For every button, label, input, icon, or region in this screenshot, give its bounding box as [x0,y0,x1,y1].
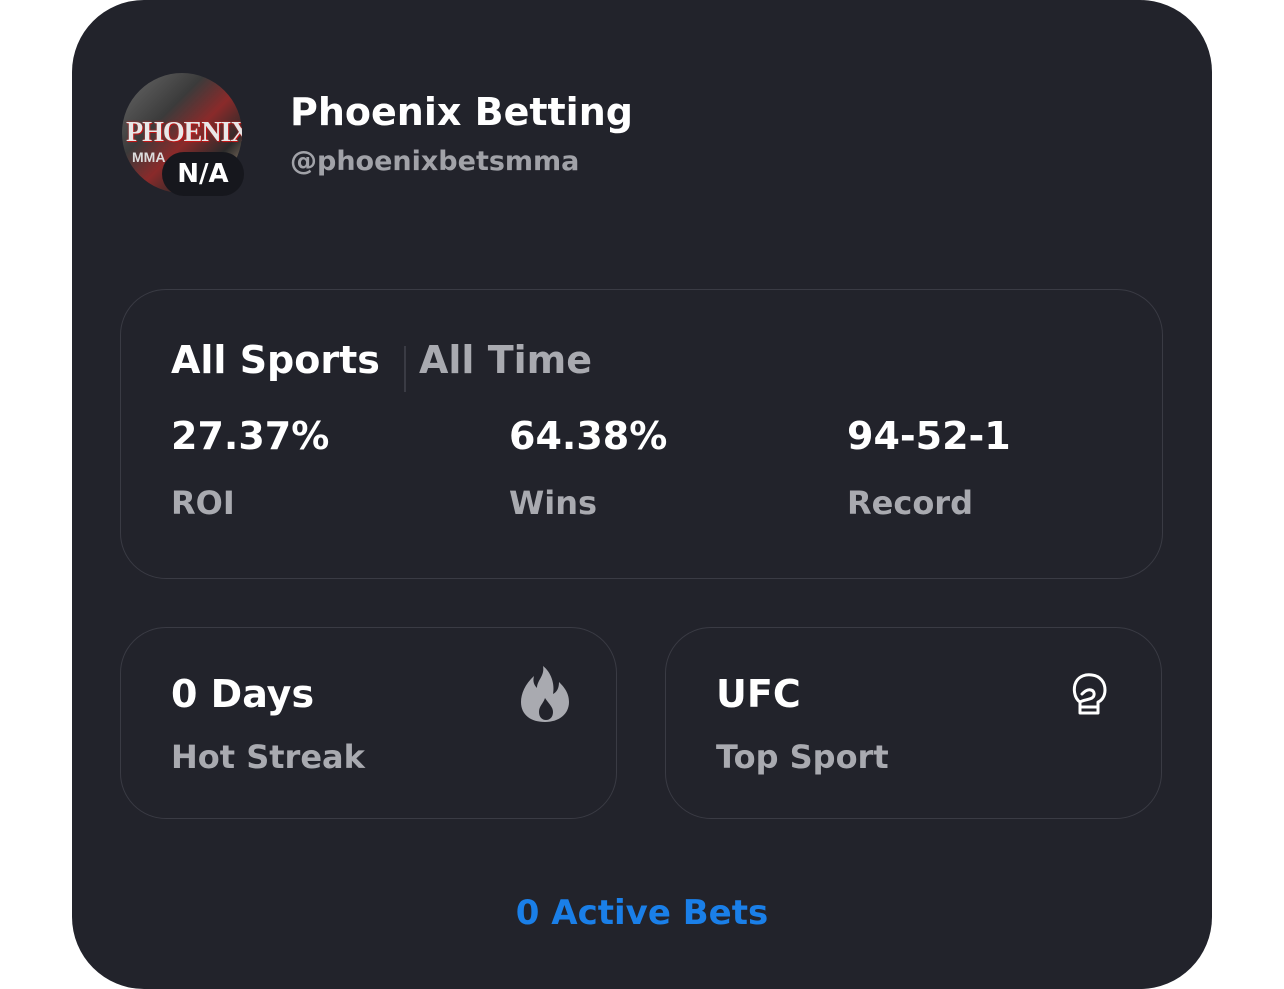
active-bets-link[interactable]: 0 Active Bets [72,893,1212,933]
record-label: Record [847,484,973,522]
flame-icon [521,666,569,722]
profile-card: PHOENIX MMA N/A Phoenix Betting @phoenix… [72,0,1212,989]
rank-badge: N/A [162,152,244,196]
avatar-logo-subtext: MMA [132,149,166,165]
top-sport-label: Top Sport [716,738,889,776]
roi-value: 27.37% [171,414,330,458]
top-sport-panel: UFC Top Sport [665,627,1162,819]
filter-sport-tab[interactable]: All Sports [171,338,380,382]
boxing-glove-icon [1072,673,1107,715]
hot-streak-panel: 0 Days Hot Streak [120,627,617,819]
filter-divider [404,346,406,392]
avatar-logo-text: PHOENIX [126,117,242,148]
hot-streak-value: 0 Days [171,672,315,716]
wins-value: 64.38% [509,414,668,458]
filter-time-tab[interactable]: All Time [419,338,592,382]
hot-streak-label: Hot Streak [171,738,365,776]
profile-handle[interactable]: @phoenixbetsmma [290,146,579,177]
record-value: 94-52-1 [847,414,1011,458]
wins-label: Wins [509,484,598,522]
roi-label: ROI [171,484,235,522]
top-sport-value: UFC [716,672,801,716]
stats-panel: All Sports All Time 27.37% ROI 64.38% Wi… [120,289,1163,579]
profile-name: Phoenix Betting [290,90,633,134]
